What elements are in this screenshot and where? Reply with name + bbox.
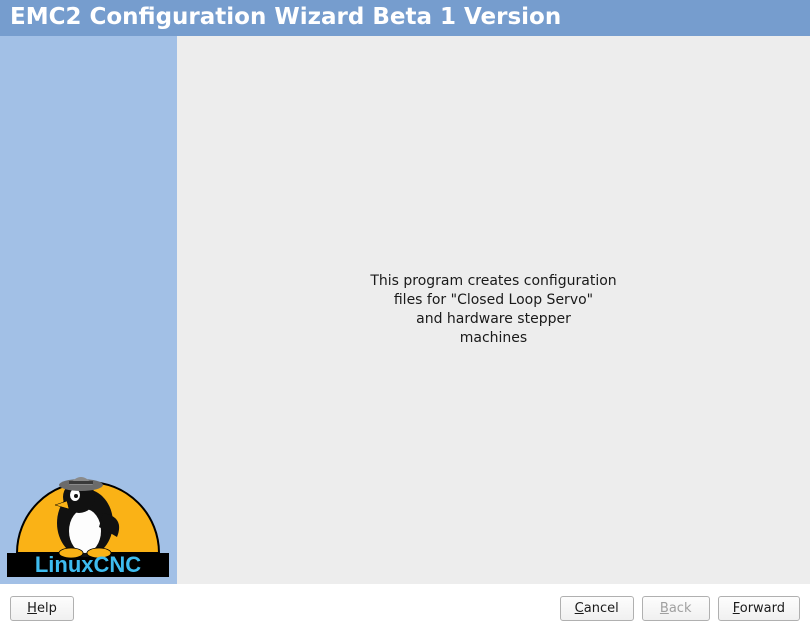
- message-line: files for "Closed Loop Servo": [370, 291, 616, 310]
- cancel-button[interactable]: Cancel: [560, 596, 634, 621]
- message-line: machines: [370, 329, 616, 348]
- message-line: This program creates configuration: [370, 272, 616, 291]
- sidebar: LinuxCNC: [0, 36, 177, 584]
- button-bar: Help Cancel Back Forward: [0, 584, 810, 633]
- message-line: and hardware stepper: [370, 310, 616, 329]
- title-text: EMC2 Configuration Wizard Beta 1 Version: [10, 4, 561, 30]
- intro-message: This program creates configuration files…: [370, 272, 616, 348]
- logo-text: LinuxCNC: [35, 552, 141, 577]
- forward-button[interactable]: Forward: [718, 596, 800, 621]
- linuxcnc-logo: LinuxCNC: [7, 475, 169, 580]
- content-panel: This program creates configuration files…: [177, 36, 810, 584]
- title-bar: EMC2 Configuration Wizard Beta 1 Version: [0, 0, 810, 36]
- help-button[interactable]: Help: [10, 596, 74, 621]
- penguin-logo-icon: LinuxCNC: [7, 475, 169, 580]
- main-area: LinuxCNC This program creates configurat…: [0, 36, 810, 584]
- back-button[interactable]: Back: [642, 596, 710, 621]
